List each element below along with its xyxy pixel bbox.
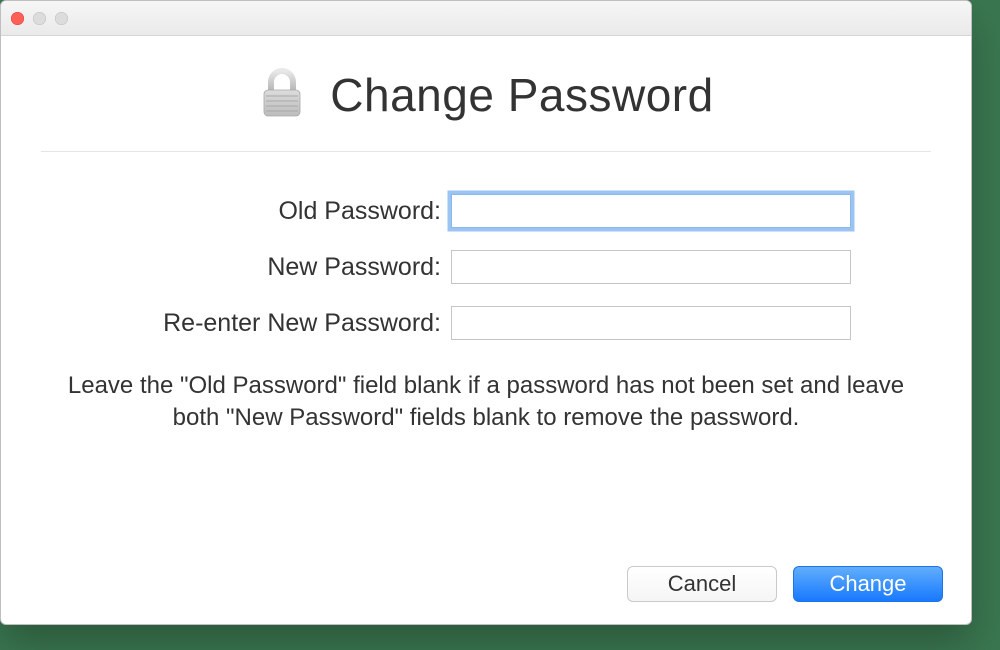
password-form: Old Password: New Password: Re-enter New… (41, 194, 931, 340)
reenter-password-input[interactable] (451, 306, 851, 340)
window-minimize-button[interactable] (33, 12, 46, 25)
old-password-input[interactable] (451, 194, 851, 228)
reenter-password-label: Re-enter New Password: (41, 309, 451, 338)
window-close-button[interactable] (11, 12, 24, 25)
old-password-label: Old Password: (41, 197, 451, 226)
hint-text: Leave the "Old Password" field blank if … (41, 370, 931, 435)
change-password-dialog: Change Password Old Password: New Passwo… (0, 0, 972, 625)
dialog-header: Change Password (41, 66, 931, 152)
lock-icon (258, 66, 306, 123)
new-password-input[interactable] (451, 250, 851, 284)
window-zoom-button[interactable] (55, 12, 68, 25)
new-password-label: New Password: (41, 253, 451, 282)
cancel-button[interactable]: Cancel (627, 566, 777, 602)
window-titlebar (1, 1, 971, 36)
change-button[interactable]: Change (793, 566, 943, 602)
dialog-button-row: Cancel Change (627, 566, 943, 602)
dialog-title: Change Password (330, 68, 713, 122)
